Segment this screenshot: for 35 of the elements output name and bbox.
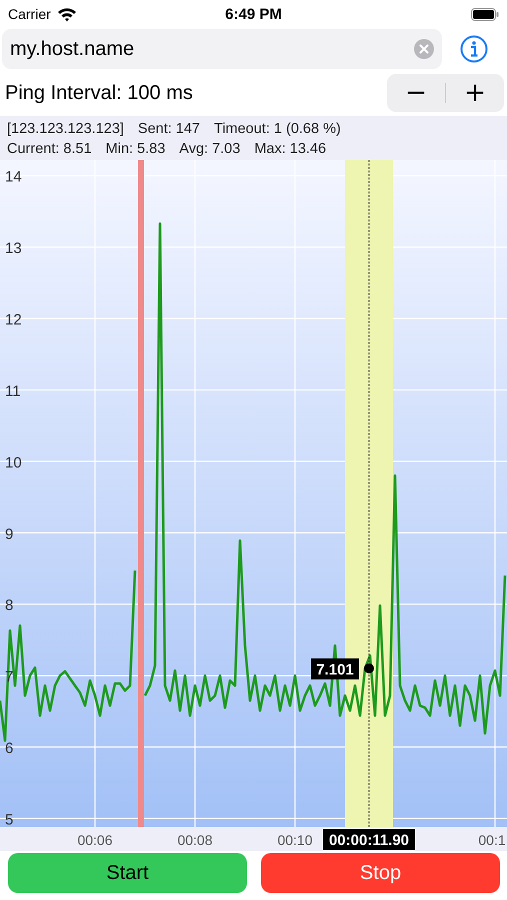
- carrier-label: Carrier: [8, 6, 51, 22]
- value-tag: 7.101: [311, 658, 359, 680]
- axis-label: 00:10: [277, 832, 313, 848]
- axis-label: 10: [5, 454, 22, 472]
- data-point: [364, 663, 374, 674]
- stat-text: Max: 13.46: [254, 140, 326, 159]
- stat-text: Min: 5.83: [106, 140, 166, 159]
- increment-button[interactable]: +: [446, 74, 504, 112]
- axis-label: 8: [5, 597, 14, 614]
- decrement-button[interactable]: −: [387, 74, 445, 112]
- start-button[interactable]: Start: [8, 853, 247, 893]
- axis-label: 13: [5, 240, 22, 258]
- stat-text: Avg: 7.03: [179, 140, 240, 159]
- info-icon[interactable]: [460, 35, 488, 63]
- time-tag: 00:00:11.90: [323, 829, 415, 850]
- axis-label: 9: [5, 526, 14, 543]
- axis-label: 00:08: [177, 832, 213, 848]
- stat-text: Sent: 147: [138, 120, 200, 139]
- axis-label: 11: [5, 382, 21, 400]
- stat-text: Current: 8.51: [7, 140, 92, 159]
- axis-label: 00:1: [478, 832, 506, 848]
- axis-label: 12: [5, 312, 22, 329]
- stat-text: Timeout: 1 (0.68 %): [214, 120, 341, 139]
- clock-time: 6:49 PM: [224, 6, 283, 22]
- axis-label: 00:06: [77, 832, 113, 848]
- axis-label: 5: [5, 811, 14, 828]
- battery-icon: [471, 8, 499, 20]
- axis-label: 6: [5, 740, 14, 758]
- wifi-icon: [56, 6, 77, 22]
- stop-button[interactable]: Stop: [261, 853, 500, 893]
- stat-text: [123.123.123.123]: [7, 120, 124, 139]
- annotation: 7.101: [316, 661, 354, 678]
- ping-interval-label: Ping Interval: 100 ms: [5, 82, 193, 104]
- axis-label: 14: [5, 168, 22, 186]
- host-field[interactable]: my.host.name: [2, 29, 442, 69]
